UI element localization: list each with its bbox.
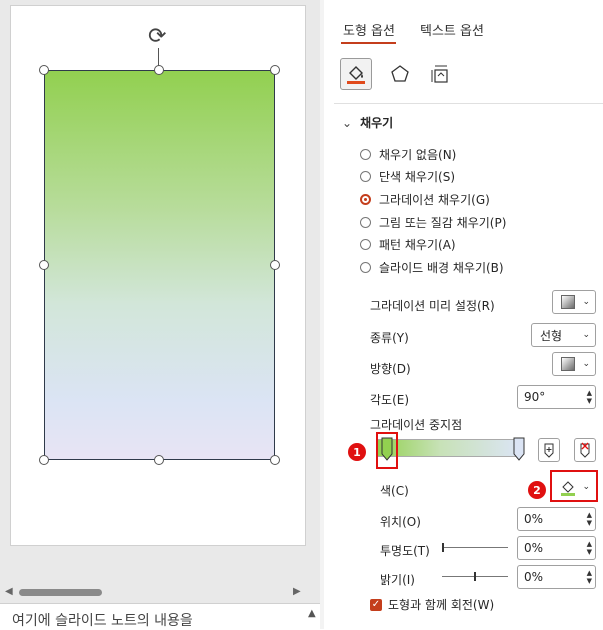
- remove-gradient-stop-button[interactable]: [574, 438, 596, 462]
- add-gradient-stop-button[interactable]: [538, 438, 560, 462]
- angle-label: 각도(E): [370, 393, 410, 407]
- notes-scroll-up-icon[interactable]: ▲: [308, 608, 316, 619]
- spinner-arrows-icon[interactable]: ▲ ▼: [587, 569, 592, 585]
- section-divider: [334, 103, 603, 104]
- brightness-value: 0%: [524, 570, 544, 584]
- radio-pattern-fill[interactable]: 패턴 채우기(A): [360, 236, 456, 253]
- gradient-stop-last[interactable]: [513, 437, 525, 461]
- brightness-slider-knob[interactable]: [474, 572, 476, 581]
- radio-circle[interactable]: [360, 149, 371, 160]
- radio-label: 패턴 채우기(A): [379, 238, 456, 252]
- rotate-handle-icon[interactable]: ⟳: [148, 26, 166, 48]
- type-dropdown[interactable]: 선형 ⌄: [531, 323, 596, 347]
- type-label: 종류(Y): [370, 331, 409, 345]
- radio-no-fill[interactable]: 채우기 없음(N): [360, 146, 456, 163]
- notes-placeholder: 여기에 슬라이드 노트의 내용을: [12, 613, 193, 629]
- chevron-down-icon: ⌄: [342, 116, 353, 130]
- slide-editor-area: ⟳ ◀ ▶ 여기에 슬라이드 노트의 내용을 ▲: [0, 0, 320, 629]
- position-spinner[interactable]: 0% ▲ ▼: [517, 507, 596, 531]
- transparency-slider[interactable]: [442, 547, 508, 548]
- direction-preview-icon: [561, 357, 575, 371]
- transparency-value: 0%: [524, 541, 544, 555]
- resize-handle-bottom-right[interactable]: [270, 455, 280, 465]
- radio-circle[interactable]: [360, 171, 371, 182]
- transparency-slider-knob[interactable]: [442, 543, 444, 552]
- resize-handle-top-right[interactable]: [270, 65, 280, 75]
- spinner-arrows-icon[interactable]: ▲ ▼: [587, 389, 592, 405]
- angle-spinner[interactable]: 90° ▲ ▼: [517, 385, 596, 409]
- rotate-with-shape-label: 도형과 함께 회전(W): [388, 598, 495, 612]
- annotation-badge-2: 2: [528, 481, 546, 499]
- radio-label: 슬라이드 배경 채우기(B): [379, 261, 504, 275]
- spinner-arrows-icon[interactable]: ▲ ▼: [587, 540, 592, 556]
- horizontal-scrollbar[interactable]: ◀ ▶: [0, 583, 306, 601]
- radio-slide-background-fill[interactable]: 슬라이드 배경 채우기(B): [360, 259, 504, 276]
- color-label: 색(C): [380, 484, 409, 498]
- radio-circle-selected[interactable]: [360, 194, 371, 205]
- chevron-down-icon: ⌄: [582, 297, 590, 307]
- annotation-badge-1: 1: [348, 443, 366, 461]
- direction-dropdown[interactable]: ⌄: [552, 352, 596, 376]
- brightness-spinner[interactable]: 0% ▲ ▼: [517, 565, 596, 589]
- gradient-rectangle-shape[interactable]: [44, 70, 275, 460]
- scroll-left-arrow-icon[interactable]: ◀: [5, 586, 13, 597]
- direction-label: 방향(D): [370, 362, 411, 376]
- radio-circle[interactable]: [360, 239, 371, 250]
- brightness-label: 밝기(I): [380, 573, 415, 587]
- resize-handle-bottom-left[interactable]: [39, 455, 49, 465]
- transparency-spinner[interactable]: 0% ▲ ▼: [517, 536, 596, 560]
- highlight-box-color: [550, 470, 598, 502]
- resize-handle-bottom[interactable]: [154, 455, 164, 465]
- radio-gradient-fill[interactable]: 그라데이션 채우기(G): [360, 191, 490, 208]
- spinner-arrows-icon[interactable]: ▲ ▼: [587, 511, 592, 527]
- radio-label: 그림 또는 질감 채우기(P): [379, 216, 507, 230]
- chevron-down-icon: ⌄: [582, 359, 590, 369]
- radio-circle[interactable]: [360, 217, 371, 228]
- transparency-label: 투명도(T): [380, 544, 430, 558]
- position-label: 위치(O): [380, 515, 421, 529]
- fill-line-icon[interactable]: [340, 58, 372, 90]
- pentagon-effects-icon[interactable]: [384, 58, 416, 90]
- format-shape-pane: 도형 옵션 텍스트 옵션 ⌄ 채우기 채우기 없음(N) 단색 채우기(S) 그라…: [324, 0, 603, 629]
- tab-shape-options[interactable]: 도형 옵션: [343, 20, 395, 39]
- radio-label: 단색 채우기(S): [379, 170, 455, 184]
- gradient-preview-icon: [561, 295, 575, 309]
- scroll-right-arrow-icon[interactable]: ▶: [293, 586, 301, 597]
- rotate-handle-line: [158, 48, 159, 66]
- active-tab-underline: [341, 42, 396, 44]
- fill-section-title: 채우기: [360, 116, 394, 130]
- resize-handle-right[interactable]: [270, 260, 280, 270]
- checkmark-icon[interactable]: ✓: [370, 598, 382, 611]
- resize-handle-top-left[interactable]: [39, 65, 49, 75]
- preset-gradients-label: 그라데이션 미리 설정(R): [370, 299, 495, 313]
- size-properties-icon[interactable]: [424, 58, 456, 90]
- fill-section-header[interactable]: ⌄ 채우기: [342, 114, 393, 131]
- rotate-with-shape-checkbox[interactable]: ✓ 도형과 함께 회전(W): [370, 596, 494, 613]
- notes-pane[interactable]: 여기에 슬라이드 노트의 내용을 ▲: [0, 603, 320, 629]
- scroll-thumb[interactable]: [19, 589, 102, 596]
- resize-handle-left[interactable]: [39, 260, 49, 270]
- position-value: 0%: [524, 512, 544, 526]
- highlight-box-stop: [376, 432, 398, 469]
- type-value: 선형: [540, 328, 563, 343]
- preset-gradients-dropdown[interactable]: ⌄: [552, 290, 596, 314]
- radio-circle[interactable]: [360, 262, 371, 273]
- radio-solid-fill[interactable]: 단색 채우기(S): [360, 168, 455, 185]
- radio-label: 그라데이션 채우기(G): [379, 193, 490, 207]
- radio-label: 채우기 없음(N): [379, 148, 457, 162]
- angle-value: 90°: [524, 390, 546, 404]
- gradient-stops-label: 그라데이션 중지점: [370, 418, 463, 432]
- radio-picture-fill[interactable]: 그림 또는 질감 채우기(P): [360, 214, 506, 231]
- resize-handle-top[interactable]: [154, 65, 164, 75]
- chevron-down-icon: ⌄: [582, 330, 590, 340]
- tab-text-options[interactable]: 텍스트 옵션: [420, 20, 484, 39]
